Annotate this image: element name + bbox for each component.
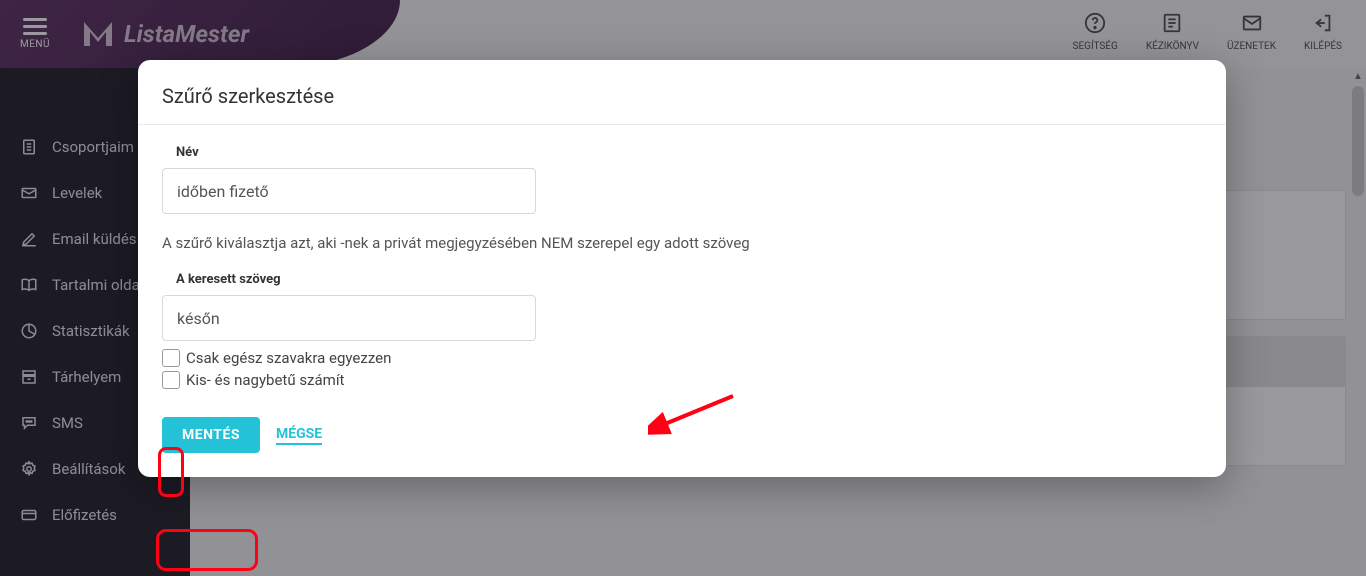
name-input[interactable] bbox=[162, 168, 536, 214]
modal-body: Név A szűrő kiválasztja azt, aki -nek a … bbox=[138, 125, 1226, 477]
whole-words-checkbox-row[interactable]: Csak egész szavakra egyezzen bbox=[162, 349, 1202, 367]
checkbox-icon[interactable] bbox=[162, 349, 180, 367]
cancel-link[interactable]: MÉGSE bbox=[276, 426, 322, 445]
checkbox-group: Csak egész szavakra egyezzen Kis- és nag… bbox=[162, 349, 1202, 389]
case-sensitive-label: Kis- és nagybetű számít bbox=[186, 371, 344, 389]
checkbox-icon[interactable] bbox=[162, 371, 180, 389]
search-text-input[interactable] bbox=[162, 295, 536, 341]
name-field-label: Név bbox=[176, 145, 1202, 160]
case-sensitive-checkbox-row[interactable]: Kis- és nagybetű számít bbox=[162, 371, 1202, 389]
filter-edit-modal: Szűrő szerkesztése Név A szűrő kiválaszt… bbox=[138, 60, 1226, 477]
modal-button-row: MENTÉS MÉGSE bbox=[162, 417, 1202, 453]
whole-words-label: Csak egész szavakra egyezzen bbox=[186, 349, 391, 367]
modal-title: Szűrő szerkesztése bbox=[138, 60, 1226, 125]
filter-description: A szűrő kiválasztja azt, aki -nek a priv… bbox=[162, 234, 1202, 252]
search-field-label: A keresett szöveg bbox=[176, 272, 1202, 287]
save-button[interactable]: MENTÉS bbox=[162, 417, 260, 453]
